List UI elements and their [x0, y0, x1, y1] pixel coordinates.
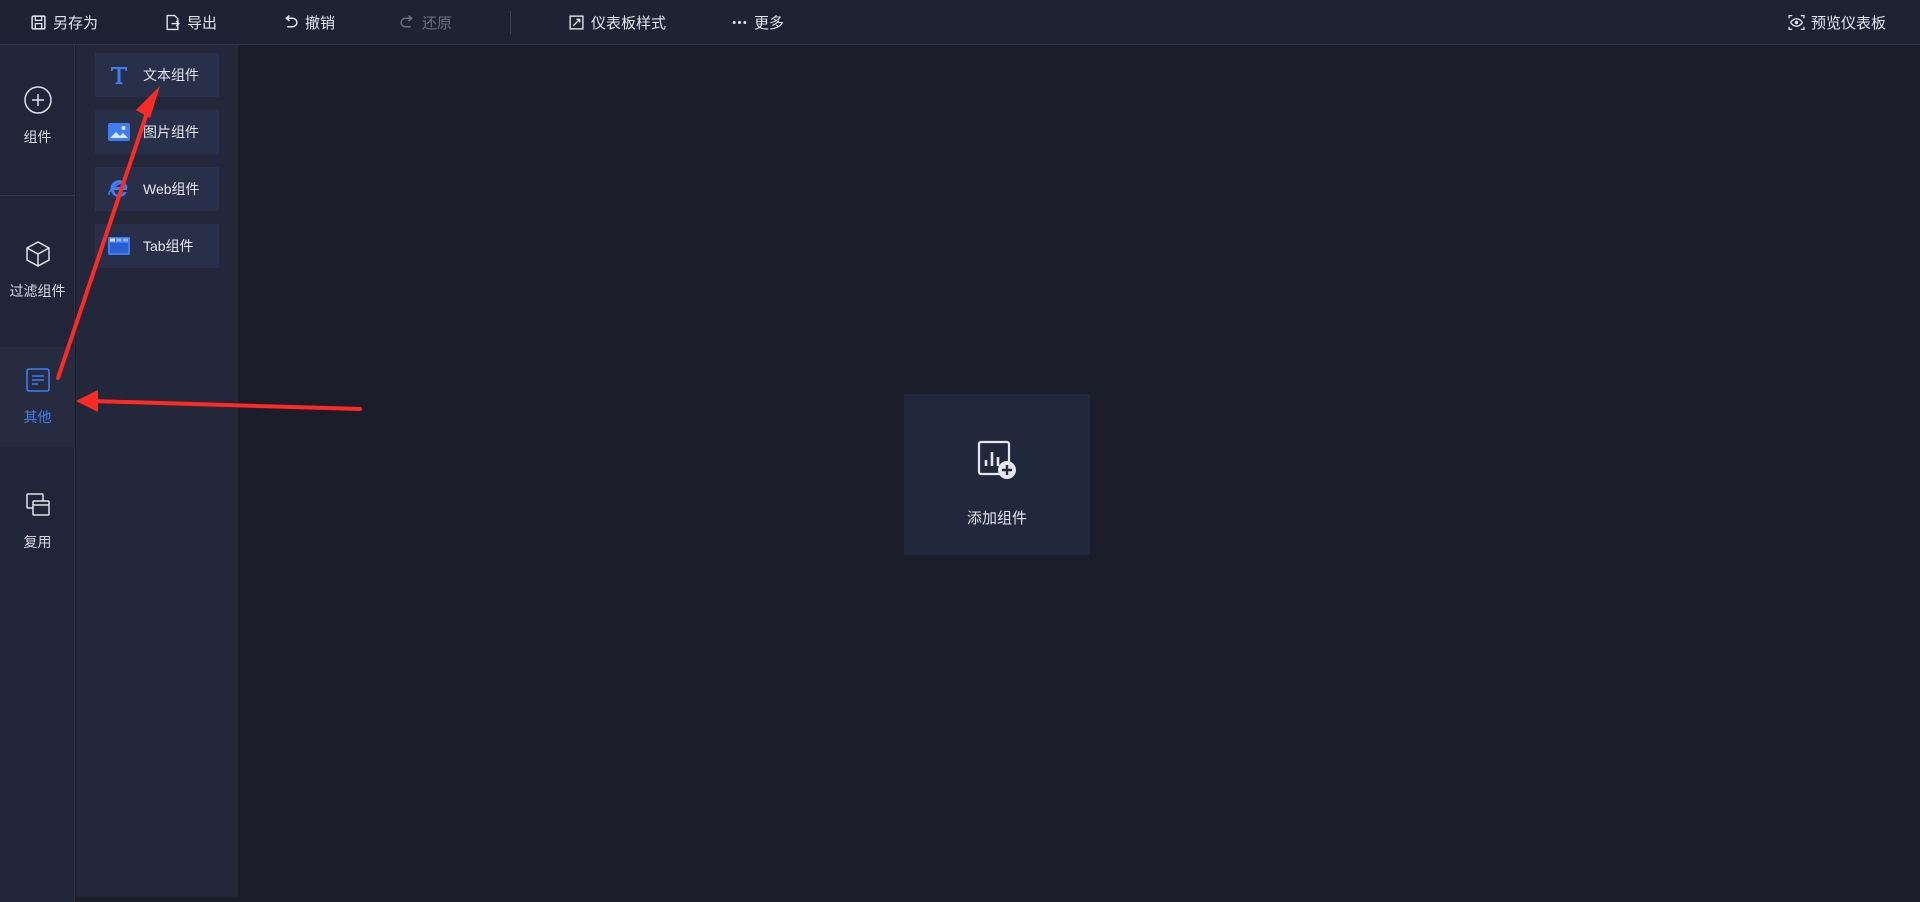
- component-tab-label: Tab组件: [143, 238, 194, 254]
- rail-label-components: 组件: [23, 129, 52, 145]
- style-brush-icon: [569, 15, 584, 30]
- preview-eye-icon: [1788, 14, 1805, 31]
- save-as-label: 另存为: [53, 15, 99, 32]
- add-component-card[interactable]: 添加组件: [904, 394, 1090, 555]
- rail-label-reuse: 复用: [23, 534, 52, 550]
- export-label: 导出: [187, 15, 218, 32]
- undo-button[interactable]: 撤销: [282, 0, 335, 45]
- ellipsis-icon: [732, 21, 747, 24]
- rail-label-other: 其他: [23, 409, 52, 425]
- redo-label: 还原: [422, 15, 453, 32]
- rail-item-other[interactable]: 其他: [0, 347, 75, 447]
- rail-divider: [0, 195, 75, 196]
- component-web-label: Web组件: [143, 181, 200, 197]
- left-rail: 组件 过滤组件 其他 复用: [0, 45, 75, 902]
- redo-button[interactable]: 还原: [399, 0, 452, 45]
- web-e-icon: [108, 180, 128, 198]
- add-component-label: 添加组件: [966, 510, 1027, 527]
- component-tab[interactable]: Tab组件: [95, 224, 219, 268]
- plus-circle-icon: [23, 86, 52, 114]
- top-toolbar: 另存为 导出 撤销 还原 仪表板样式 更多 预览仪表板: [0, 0, 1920, 45]
- undo-label: 撤销: [305, 15, 336, 32]
- rail-item-reuse[interactable]: 复用: [0, 490, 75, 552]
- more-label: 更多: [754, 15, 785, 32]
- text-t-icon: [111, 67, 127, 84]
- component-text[interactable]: 文本组件: [95, 53, 219, 97]
- rail-item-filter-components[interactable]: 过滤组件: [0, 239, 75, 301]
- chart-add-icon: [977, 440, 1016, 479]
- more-button[interactable]: 更多: [731, 0, 784, 45]
- component-image-label: 图片组件: [143, 124, 199, 140]
- save-as-button[interactable]: 另存为: [30, 0, 98, 45]
- component-image[interactable]: 图片组件: [95, 110, 219, 154]
- rail-label-filter-components: 过滤组件: [9, 283, 66, 299]
- stack-icon: [25, 493, 50, 516]
- preview-dashboard-button[interactable]: 预览仪表板: [1788, 0, 1886, 45]
- component-text-label: 文本组件: [143, 67, 199, 83]
- tab-icon: [108, 237, 130, 255]
- dashboard-style-label: 仪表板样式: [591, 15, 667, 32]
- redo-icon: [400, 15, 413, 28]
- toolbar-divider: [510, 11, 511, 34]
- export-icon: [166, 14, 180, 31]
- save-icon: [31, 15, 46, 30]
- undo-icon: [285, 15, 298, 28]
- image-icon: [108, 123, 130, 141]
- cube-icon: [25, 241, 50, 267]
- dashboard-style-button[interactable]: 仪表板样式: [568, 0, 666, 45]
- document-icon: [25, 368, 50, 392]
- component-panel: 文本组件 图片组件 Web组件 Tab组件: [76, 45, 238, 897]
- component-web[interactable]: Web组件: [95, 167, 219, 211]
- rail-item-components[interactable]: 组件: [0, 85, 75, 147]
- preview-label: 预览仪表板: [1811, 15, 1887, 32]
- export-button[interactable]: 导出: [164, 0, 217, 45]
